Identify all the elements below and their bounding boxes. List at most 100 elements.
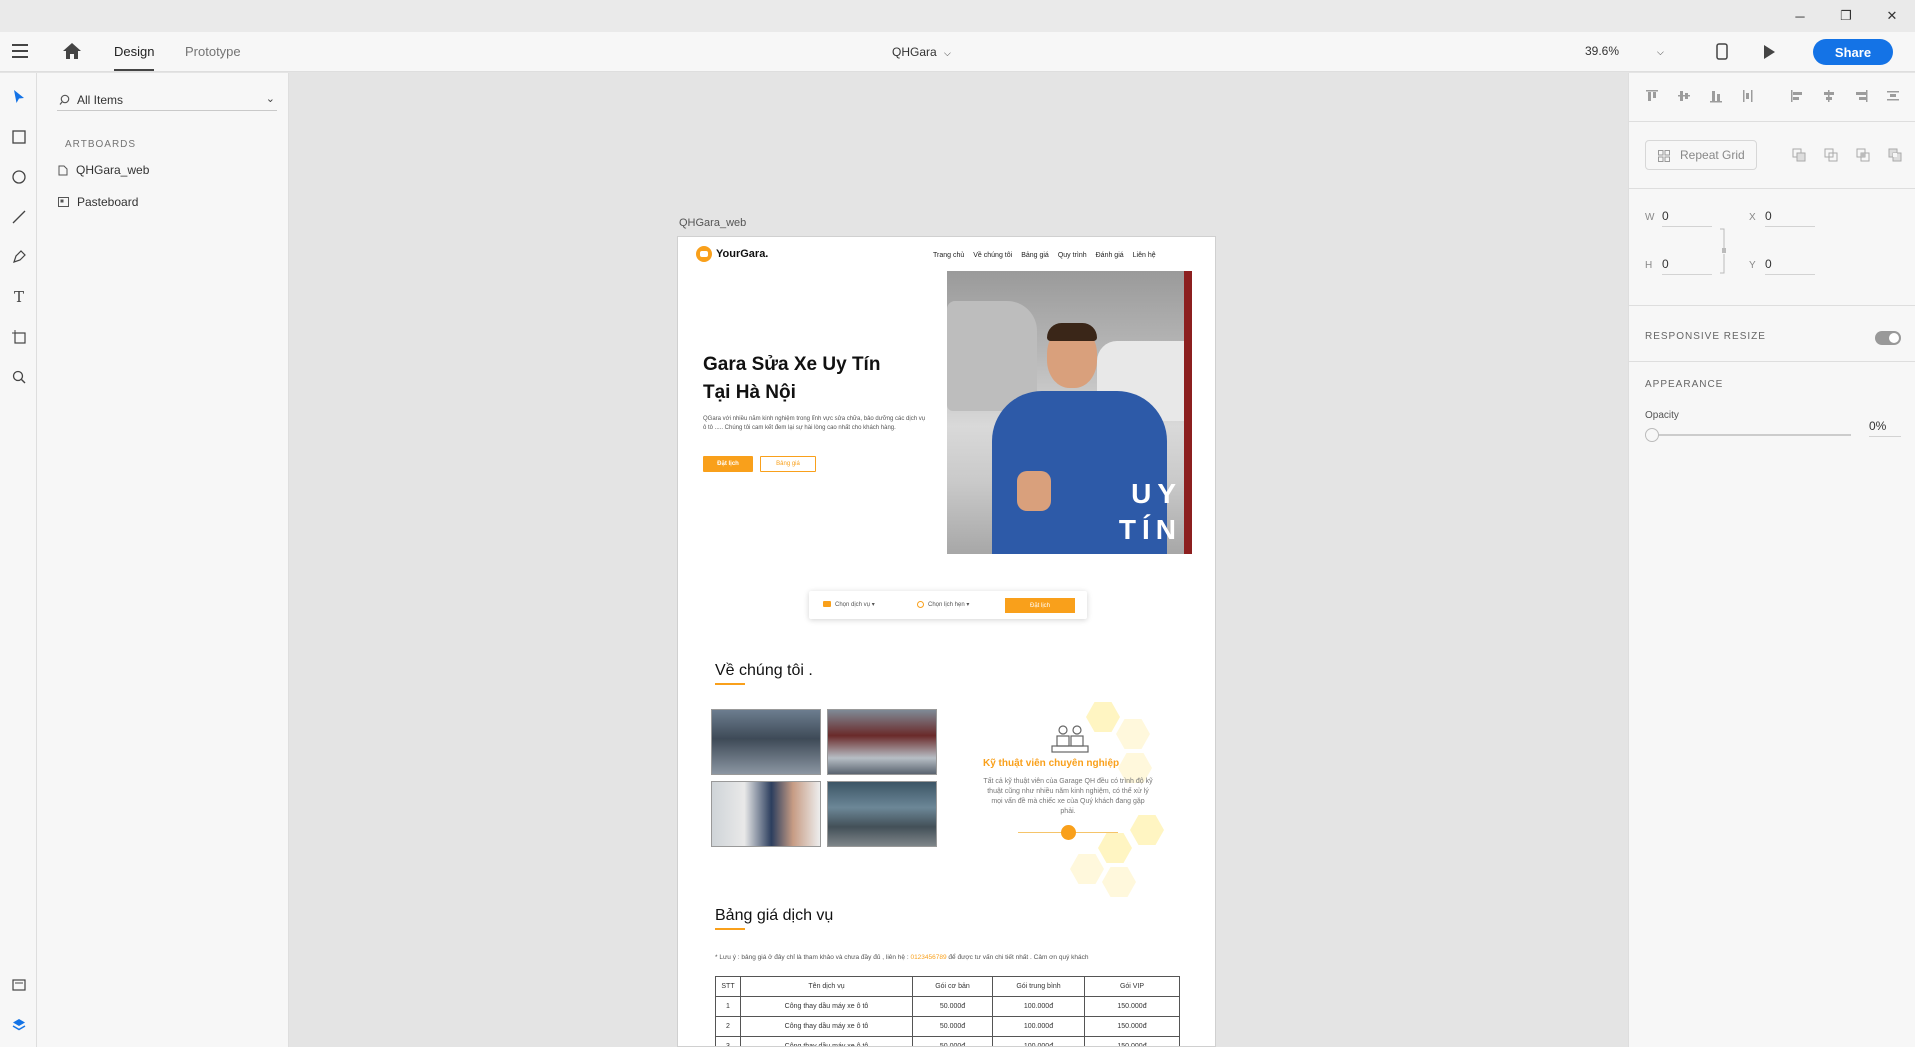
boolean-intersect-icon[interactable] [1856, 148, 1870, 162]
chevron-down-icon[interactable]: ⌄ [266, 92, 275, 105]
about-title: Về chúng tôi . [715, 662, 813, 679]
document-title[interactable]: QHGara ⌵ [892, 45, 951, 59]
layers-icon [12, 1019, 26, 1031]
repeat-grid-button[interactable]: Repeat Grid [1645, 140, 1757, 170]
design-canvas[interactable]: QHGara_web YourGara. Trang chủ Về chúng … [290, 73, 1628, 1047]
menu-icon[interactable] [12, 44, 28, 58]
app-header: Design Prototype QHGara ⌵ 39.6% ⌵ Share [0, 32, 1915, 72]
distribute-horizontal-icon[interactable] [1886, 89, 1900, 103]
close-button[interactable]: ✕ [1869, 0, 1915, 32]
hero-badge-text: UY TÍN [1119, 476, 1182, 548]
table-row: 2 Công thay dầu máy xe ô tô 50.000đ 100.… [715, 1016, 1180, 1037]
table-cell: 1 [715, 996, 741, 1017]
x-field[interactable]: 0 [1765, 209, 1815, 227]
zoom-select[interactable]: 39.6% ⌵ [1585, 44, 1664, 58]
nav-item-pricing: Bảng giá [1021, 252, 1049, 259]
layers-search[interactable]: All Items ⌄ [57, 91, 277, 111]
layer-item-artboard[interactable]: QHGara_web [58, 163, 149, 177]
pasteboard-icon [58, 197, 69, 207]
width-field[interactable]: 0 [1662, 209, 1712, 227]
artboards-section-label: ARTBOARDS [65, 139, 137, 150]
rectangle-tool[interactable] [9, 127, 29, 147]
tools-toolbar: T [0, 73, 37, 1047]
share-button[interactable]: Share [1813, 39, 1893, 65]
align-left-icon[interactable] [1790, 89, 1804, 103]
boolean-exclude-icon[interactable] [1888, 148, 1902, 162]
price-title-underline [715, 928, 745, 930]
lock-aspect-icon[interactable] [1719, 228, 1729, 274]
text-tool[interactable]: T [9, 287, 29, 307]
responsive-resize-label: RESPONSIVE RESIZE [1645, 331, 1766, 342]
y-field[interactable]: 0 [1765, 257, 1815, 275]
artboard-tool[interactable] [9, 327, 29, 347]
pen-icon [13, 250, 26, 263]
layer-item-pasteboard[interactable]: Pasteboard [58, 195, 138, 209]
hexagon-decoration [1070, 854, 1104, 884]
line-tool[interactable] [9, 207, 29, 227]
play-icon[interactable] [1762, 44, 1776, 60]
opacity-slider-track[interactable] [1651, 434, 1851, 436]
device-preview-icon[interactable] [1716, 43, 1728, 61]
garage-photo [711, 781, 821, 847]
table-cell: 100.000đ [992, 1036, 1085, 1046]
table-cell: 50.000đ [912, 1036, 993, 1046]
artboard-icon [58, 165, 68, 175]
panel-divider [1629, 305, 1915, 306]
pen-tool[interactable] [9, 247, 29, 267]
artboard-icon [12, 330, 26, 344]
booking-submit-button: Đặt lịch [1005, 598, 1075, 613]
boolean-subtract-icon[interactable] [1824, 148, 1838, 162]
hero-mechanic-photo: UY TÍN [947, 271, 1192, 554]
repeat-grid-icon [1658, 150, 1670, 162]
ellipse-tool[interactable] [9, 167, 29, 187]
align-bottom-icon[interactable] [1709, 89, 1723, 103]
active-tab-indicator [114, 69, 154, 71]
assets-button[interactable] [9, 975, 29, 995]
hexagon-decoration [1102, 867, 1136, 897]
assets-icon [12, 979, 26, 991]
height-label: H [1645, 260, 1653, 271]
panel-divider [1629, 121, 1915, 122]
align-top-icon[interactable] [1645, 89, 1659, 103]
artboard-name-label[interactable]: QHGara_web [679, 217, 746, 229]
height-field[interactable]: 0 [1662, 257, 1712, 275]
home-icon[interactable] [62, 42, 82, 60]
tab-prototype[interactable]: Prototype [185, 44, 241, 59]
table-header: Gói cơ bản [912, 976, 993, 997]
hero-title-line: Gara Sửa Xe Uy Tín [703, 354, 881, 375]
layers-button[interactable] [9, 1015, 29, 1035]
price-note: * Lưu ý : bảng giá ở đây chỉ là tham khả… [715, 954, 1089, 961]
table-cell: 50.000đ [912, 996, 993, 1017]
opacity-slider-handle[interactable] [1645, 428, 1659, 442]
align-center-icon[interactable] [1822, 89, 1836, 103]
responsive-resize-toggle[interactable] [1875, 331, 1901, 345]
document-title-label: QHGara [892, 45, 937, 59]
zoom-tool[interactable] [9, 367, 29, 387]
restore-button[interactable]: ❐ [1823, 0, 1869, 32]
service-select-label: Chọn dịch vụ ▾ [835, 602, 875, 608]
distribute-vertical-icon[interactable] [1741, 89, 1755, 103]
minimize-button[interactable]: ─ [1777, 0, 1823, 32]
table-cell: 150.000đ [1084, 996, 1180, 1017]
price-note-prefix: * Lưu ý : bảng giá ở đây chỉ là tham khả… [715, 954, 911, 961]
hexagon-decoration [1098, 833, 1132, 863]
table-row: 3 Công thay dầu máy xe ô tô 50.000đ 100.… [715, 1036, 1180, 1046]
logo-text: YourGara. [716, 248, 769, 260]
select-tool[interactable] [9, 87, 29, 107]
opacity-field[interactable]: 0% [1869, 419, 1901, 437]
align-right-icon[interactable] [1854, 89, 1868, 103]
table-header: Tên dịch vụ [740, 976, 913, 997]
align-horizontal-group [1790, 89, 1915, 103]
boolean-add-icon[interactable] [1792, 148, 1806, 162]
about-title-underline [715, 683, 745, 685]
clock-icon [917, 601, 924, 608]
align-middle-icon[interactable] [1677, 89, 1691, 103]
table-cell: 150.000đ [1084, 1036, 1180, 1046]
tab-design[interactable]: Design [114, 44, 154, 59]
table-cell: 150.000đ [1084, 1016, 1180, 1037]
site-nav: Trang chủ Về chúng tôi Bảng giá Quy trìn… [933, 252, 1156, 259]
table-cell: Công thay dầu máy xe ô tô [740, 1036, 913, 1046]
table-header: Gói VIP [1084, 976, 1180, 997]
align-vertical-group [1645, 89, 1773, 103]
artboard-qhgara-web[interactable]: YourGara. Trang chủ Về chúng tôi Bảng gi… [677, 236, 1216, 1047]
